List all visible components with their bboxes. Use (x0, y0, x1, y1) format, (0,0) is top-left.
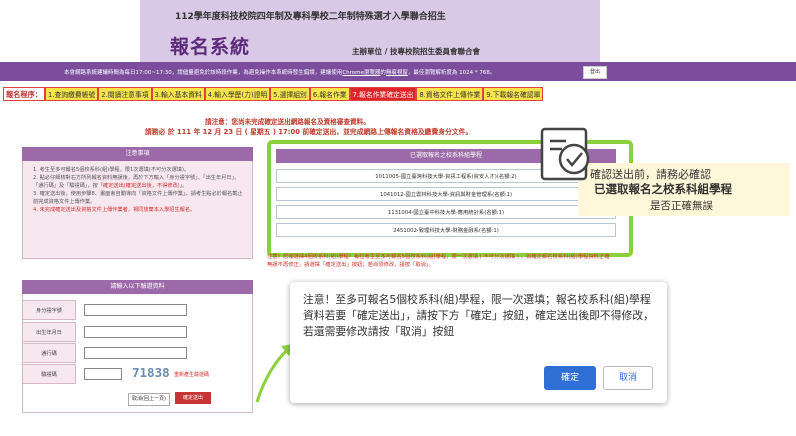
program-row: 1041012-國立雲林科技大學-資訊與財金管理系(名額:1) (276, 187, 616, 201)
step-5[interactable]: 5.選擇組別 (270, 87, 310, 101)
deadline-warning-1: 請注意：您尚未完成確定送出網路報名及資格審查資料。 (205, 118, 370, 126)
organizer-label: 主辦單位 / 技專校院招生委員會聯合會 (352, 47, 480, 56)
notes-list: 1. 考生至多可報名5個校系科(組)學程，限1次選填(不可分次選填)。 2. 點… (33, 166, 243, 214)
id-number-label: 身分證字號 (22, 300, 76, 320)
step-9[interactable]: 9.下載報名確認單 (483, 87, 544, 101)
selection-warning: 注意！您僅選擇4個校系科(組)學程！每位考生至多可報名5個校系科(組)學程，限一… (267, 254, 610, 268)
note-text: 3. 確定送出後，使用步驟8、畫面會自動導向「資格文件上傳作業」，請考生點必於報… (33, 191, 243, 205)
captcha-label: 驗證碼 (22, 364, 76, 384)
steps-label: 報名程序： (3, 87, 45, 101)
deadline-warning-2: 請務必 於 111 年 12 月 23 日 ( 星期五 ) 17:00 前確定送… (145, 128, 473, 136)
passcode-input[interactable] (84, 347, 187, 359)
note-highlight: 4. 未完成確定送出及資格文件上傳作業者，視同放棄本入學招生報名。 (33, 207, 196, 213)
birthdate-input[interactable] (84, 326, 187, 338)
birthdate-label: 出生年月日 (22, 322, 76, 342)
submit-button[interactable]: 確定送出 (175, 392, 211, 404)
step-4[interactable]: 4.輸入學歷(力)證明 (204, 87, 271, 101)
note-text-after: 」。 (179, 183, 188, 189)
passcode-label: 通行碼 (22, 343, 76, 363)
callout-line-3: 是否正確無誤 (650, 200, 713, 212)
dialog-message: 注意！至多可報名5個校系科(組)學程，限一次選填；報名校系科(組)學程資料若要「… (303, 293, 654, 338)
logout-button[interactable]: 登出 (583, 66, 607, 79)
program-row: 2451002-致理科技大學-財務金融系(名額:1) (276, 223, 616, 237)
note-item: 1. 考生至多可報名5個校系科(組)學程，限1次選填(不可分次選填)。 (33, 166, 243, 174)
step-7-active[interactable]: 7.報名作業確定送出 (349, 87, 417, 101)
form-heading: 請輸入以下驗證資料 (22, 280, 253, 294)
dialog-ok-button[interactable]: 確定 (544, 366, 596, 390)
notice-text: 本會網路系統建議時間為每日17:00~17:30，請儘量避免於該時段作業，為避免… (64, 68, 495, 76)
captcha-image: 71838 (132, 365, 170, 380)
callout-line-2: 已選取報名之校系科組學程 (594, 182, 732, 196)
system-title: 報名系統 (170, 36, 251, 58)
exam-title: 112學年度科技校院四年制及專科學校二年制特殊選才入學聯合招生 (175, 12, 446, 22)
note-highlight: 確定送出(確定送出後，不得修改) (103, 183, 180, 189)
note-text: 1. 考生至多可報名5個校系科(組)學程，限1次選填(不可分次選填)。 (33, 167, 190, 173)
notice-text-before: 本會網路系統建議時間為每日17:00~17:30，請儘量避免於該時段作業，為避免… (64, 70, 343, 76)
refresh-captcha-link[interactable]: 重新產生驗證碼 (174, 371, 209, 378)
arrow-icon (255, 340, 295, 409)
dialog-cancel-button[interactable]: 取消 (603, 366, 653, 390)
note-item: 4. 未完成確定送出及資格文件上傳作業者，視同放棄本入學招生報名。 (33, 206, 243, 214)
back-button[interactable]: 取消(回上一頁) (128, 393, 170, 406)
notice-text-after: ，最佳瀏覽解析度為 1024 * 768。 (407, 70, 496, 76)
note-item: 3. 確定送出後，使用步驟8、畫面會自動導向「資格文件上傳作業」，請考生點必於報… (33, 190, 243, 206)
step-8[interactable]: 8.資格文件上傳作業 (416, 87, 484, 101)
callout-line-1: 確認送出前，請務必確認 (590, 168, 711, 181)
id-number-input[interactable] (84, 304, 187, 316)
incognito-link[interactable]: 無痕視窗 (386, 70, 408, 76)
step-2[interactable]: 2.閱讀注意事項 (98, 87, 152, 101)
captcha-input[interactable] (84, 368, 122, 380)
step-3[interactable]: 3.輸入基本資料 (151, 87, 205, 101)
step-6[interactable]: 6.報名作業 (309, 87, 350, 101)
chrome-link[interactable]: Chrome瀏覽器 (342, 70, 380, 76)
steps-bar: 報名程序： 1.查詢繳費帳號 2.閱讀注意事項 3.輸入基本資料 4.輸入學歷(… (3, 87, 544, 101)
program-row: 1131004-國立臺中科技大學-應用統計系(名額:1) (276, 205, 616, 219)
notes-heading: 注意事項 (22, 147, 253, 161)
note-item: 2. 點必仔細核對右方所列報名資料無誤後，再於下方輸入「身分證字號」、「出生年月… (33, 174, 243, 190)
step-1[interactable]: 1.查詢繳費帳號 (44, 87, 99, 101)
